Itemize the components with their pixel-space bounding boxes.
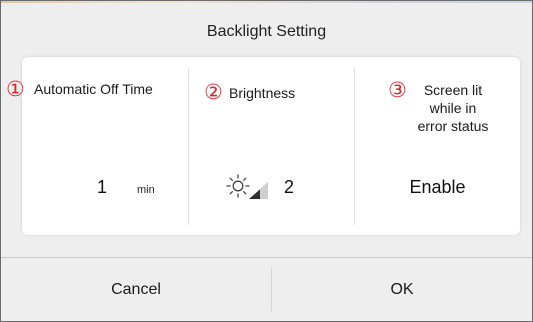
settings-panel: ① Automatic Off Time 1 min ② Brightness <box>6 57 520 235</box>
screen-lit-error-label: Screen lit while in error status <box>403 81 503 135</box>
dialog-title: Backlight Setting <box>206 23 327 40</box>
automatic-off-time-label: Automatic Off Time <box>34 81 153 97</box>
screen-lit-error-setting[interactable]: ③ Screen lit while in error status Enabl… <box>355 57 520 235</box>
brightness-value: 2 <box>284 177 295 197</box>
brightness-setting[interactable]: ② Brightness 2 <box>189 57 354 235</box>
screen-lit-error-label-line3: error status <box>417 118 489 134</box>
brightness-icon <box>226 174 268 199</box>
screen-lit-error-label-line1: Screen lit <box>423 82 483 98</box>
cancel-button[interactable]: Cancel <box>1 258 271 321</box>
automatic-off-time-value: 1 <box>97 177 108 197</box>
number-badge-2: ② <box>204 81 223 104</box>
backlight-setting-dialog: Backlight Setting ① Automatic Off Time 1… <box>0 0 533 322</box>
number-badge-1: ① <box>6 78 25 101</box>
screen-lit-error-label-line2: while in <box>429 100 477 116</box>
screen-lit-error-value: Enable <box>409 177 466 197</box>
brightness-label: Brightness <box>229 85 296 101</box>
ok-button[interactable]: OK <box>272 258 532 321</box>
automatic-off-time-setting[interactable]: ① Automatic Off Time 1 min <box>6 57 188 235</box>
top-color-strip <box>1 1 532 3</box>
automatic-off-time-unit: min <box>137 184 155 196</box>
